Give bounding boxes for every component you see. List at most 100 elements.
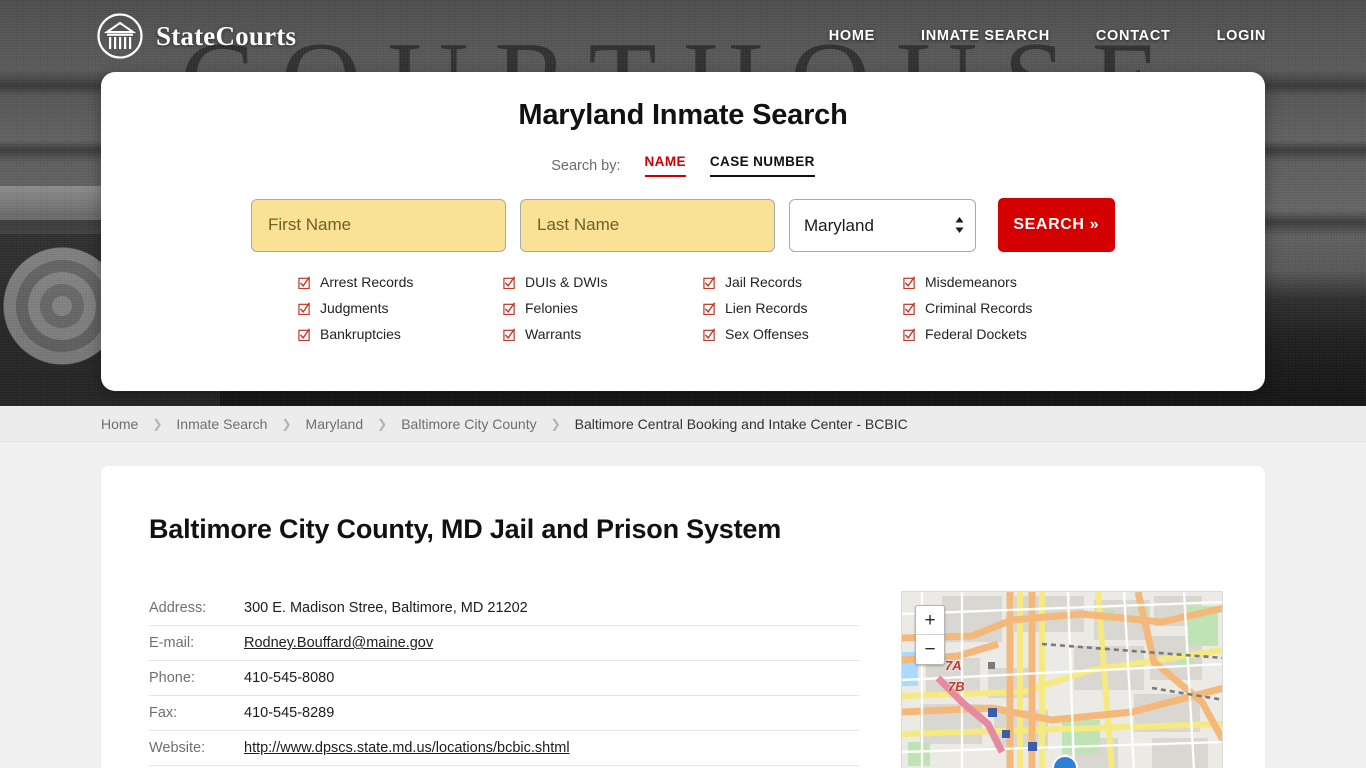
- detail-value: http://www.dpscs.state.md.us/locations/b…: [244, 740, 570, 756]
- search-button[interactable]: SEARCH »: [997, 198, 1115, 252]
- detail-value: Rodney.Bouffard@maine.gov: [244, 635, 433, 651]
- detail-link[interactable]: Rodney.Bouffard@maine.gov: [244, 635, 433, 651]
- record-type-label: Jail Records: [725, 274, 803, 290]
- top-bar: StateCourts HOME INMATE SEARCH CONTACT L…: [0, 0, 1366, 72]
- detail-value: 410-545-8080: [244, 670, 334, 686]
- record-type-checkbox[interactable]: Warrants: [503, 326, 703, 342]
- record-type-label: Warrants: [525, 326, 582, 342]
- checked-box-icon: [703, 275, 716, 289]
- map-zoom-out-button[interactable]: −: [916, 635, 944, 664]
- nav-item-inmate-search[interactable]: INMATE SEARCH: [921, 28, 1050, 44]
- tab-case-number[interactable]: CASE NUMBER: [709, 154, 815, 177]
- checked-box-icon: [703, 301, 716, 315]
- search-panel-title: Maryland Inmate Search: [518, 99, 848, 131]
- checked-box-icon: [298, 327, 311, 341]
- detail-label: Fax:: [149, 705, 178, 721]
- record-type-label: Criminal Records: [925, 300, 1033, 316]
- record-type-label: DUIs & DWIs: [525, 274, 608, 290]
- facility-detail-table: Address: 300 E. Madison Stree, Baltimore,…: [149, 591, 859, 768]
- detail-row: Fax: 410-545-8289: [149, 696, 859, 731]
- record-type-checkbox[interactable]: Misdemeanors: [903, 274, 1068, 290]
- breadcrumb-separator-icon: ❯: [152, 416, 163, 431]
- detail-row: Website: http://www.dpscs.state.md.us/loc…: [149, 731, 859, 766]
- checked-box-icon: [503, 327, 516, 341]
- record-type-checkbox[interactable]: Judgments: [298, 300, 503, 316]
- record-type-label: Felonies: [525, 300, 578, 316]
- nav-item-login[interactable]: LOGIN: [1217, 28, 1266, 44]
- breadcrumb-separator-icon: ❯: [281, 416, 292, 431]
- detail-section: Address: 300 E. Madison Stree, Baltimore,…: [149, 591, 1223, 768]
- record-type-label: Federal Dockets: [925, 326, 1027, 342]
- route-shield-7b: 7B: [948, 679, 965, 694]
- record-type-checkbox[interactable]: Criminal Records: [903, 300, 1068, 316]
- breadcrumb-item[interactable]: Inmate Search: [176, 416, 267, 432]
- detail-row: Phone: 410-545-8080: [149, 661, 859, 696]
- record-type-checkbox[interactable]: Federal Dockets: [903, 326, 1068, 342]
- nav-item-home[interactable]: HOME: [829, 28, 875, 44]
- detail-label: Website:: [149, 740, 206, 756]
- checked-box-icon: [503, 275, 516, 289]
- detail-label: E-mail:: [149, 635, 195, 651]
- hero-banner: COURTHOUSE StateCourts HOME INMATE S: [0, 0, 1366, 406]
- main-navigation: HOME INMATE SEARCH CONTACT LOGIN: [829, 28, 1266, 44]
- breadcrumb: Home ❯ Inmate Search ❯ Maryland ❯ Baltimore Ci…: [0, 406, 1366, 442]
- checked-box-icon: [903, 327, 916, 341]
- checked-box-icon: [298, 301, 311, 315]
- tab-name[interactable]: NAME: [644, 154, 686, 177]
- checked-box-icon: [298, 275, 311, 289]
- brand[interactable]: StateCourts: [96, 12, 296, 60]
- record-type-label: Misdemeanors: [925, 274, 1017, 290]
- route-shield-7a: 7A: [945, 658, 962, 673]
- record-type-checkbox[interactable]: Lien Records: [703, 300, 903, 316]
- detail-value: 300 E. Madison Stree, Baltimore, MD 2120…: [244, 600, 528, 616]
- state-select[interactable]: Maryland: [789, 198, 976, 252]
- breadcrumb-item[interactable]: Home: [101, 416, 138, 432]
- checked-box-icon: [903, 301, 916, 315]
- inmate-search-panel: Maryland Inmate Search Search by: NAME C…: [101, 72, 1265, 391]
- courthouse-logo-icon: [96, 12, 144, 60]
- search-by-row: Search by: NAME CASE NUMBER: [101, 154, 1265, 177]
- detail-text: 410-545-8289: [244, 705, 335, 721]
- last-name-input[interactable]: [520, 198, 775, 252]
- breadcrumb-item[interactable]: Maryland: [306, 416, 364, 432]
- location-map[interactable]: 7A 7B + −: [901, 591, 1223, 768]
- page-title: Baltimore City County, MD Jail and Priso…: [149, 514, 782, 544]
- record-type-checkbox[interactable]: Jail Records: [703, 274, 903, 290]
- page-body: Baltimore City County, MD Jail and Priso…: [0, 442, 1366, 768]
- breadcrumb-separator-icon: ❯: [377, 416, 388, 431]
- detail-text: 300 E. Madison Stree, Baltimore, MD 2120…: [244, 600, 528, 616]
- detail-row: E-mail: Rodney.Bouffard@maine.gov: [149, 626, 859, 661]
- record-type-label: Bankruptcies: [320, 326, 401, 342]
- record-type-checkbox[interactable]: Arrest Records: [298, 274, 503, 290]
- checked-box-icon: [503, 301, 516, 315]
- map-zoom-controls: + −: [915, 605, 945, 665]
- map-zoom-in-button[interactable]: +: [916, 606, 944, 635]
- record-type-checklist: Arrest Records DUIs & DWIs Jail Records Mis…: [298, 274, 1068, 342]
- first-name-input[interactable]: [251, 198, 506, 252]
- nav-item-contact[interactable]: CONTACT: [1096, 28, 1171, 44]
- detail-value: 410-545-8289: [244, 705, 334, 721]
- record-type-checkbox[interactable]: DUIs & DWIs: [503, 274, 703, 290]
- detail-row: Address: 300 E. Madison Stree, Baltimore,…: [149, 591, 859, 626]
- content-card: Baltimore City County, MD Jail and Priso…: [101, 466, 1265, 768]
- detail-link[interactable]: http://www.dpscs.state.md.us/locations/b…: [244, 740, 570, 756]
- search-by-label: Search by:: [551, 157, 621, 174]
- record-type-checkbox[interactable]: Felonies: [503, 300, 703, 316]
- record-type-label: Judgments: [320, 300, 389, 316]
- brand-name: StateCourts: [156, 20, 297, 51]
- breadcrumb-item: Baltimore Central Booking and Intake Cen…: [574, 415, 908, 432]
- record-type-label: Arrest Records: [320, 274, 414, 290]
- checked-box-icon: [703, 327, 716, 341]
- state-select-wrapper: Maryland: [789, 198, 976, 252]
- detail-label: Phone:: [149, 670, 195, 686]
- search-form: Maryland SEARCH »: [101, 198, 1265, 252]
- record-type-checkbox[interactable]: Bankruptcies: [298, 326, 503, 342]
- detail-text: 410-545-8080: [244, 670, 335, 686]
- breadcrumb-separator-icon: ❯: [550, 416, 561, 431]
- record-type-checkbox[interactable]: Sex Offenses: [703, 326, 903, 342]
- record-type-label: Sex Offenses: [725, 326, 809, 342]
- detail-label: Address:: [149, 600, 207, 616]
- record-type-label: Lien Records: [725, 300, 808, 316]
- breadcrumb-item[interactable]: Baltimore City County: [401, 416, 536, 432]
- checked-box-icon: [903, 275, 916, 289]
